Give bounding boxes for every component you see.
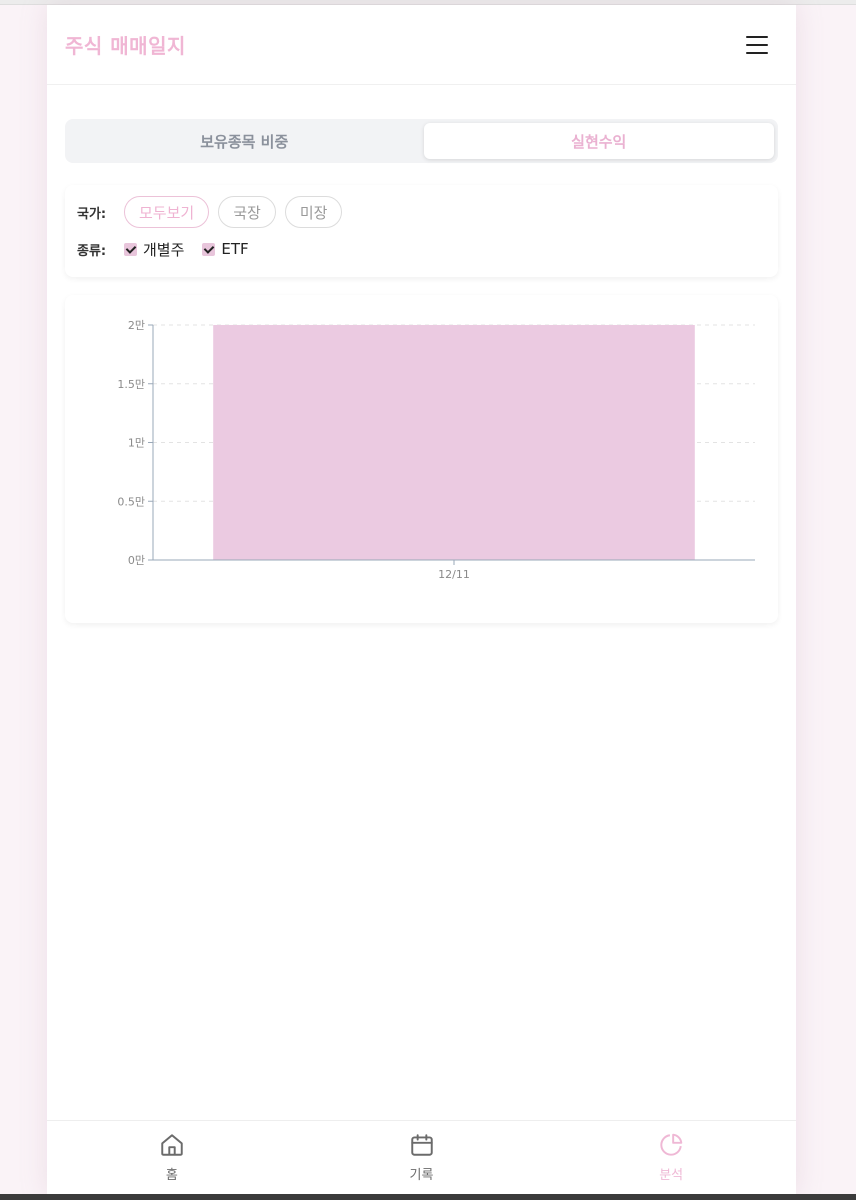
main-content: 보유종목 비중 실현수익 국가: 모두보기 국장 미장 종류: 개별주 ETF xyxy=(47,85,796,623)
y-tick-label: 0.5만 xyxy=(117,495,145,508)
individual-stock-checkbox[interactable]: 개별주 xyxy=(124,239,184,260)
hamburger-menu-icon[interactable] xyxy=(746,35,768,54)
country-chip-korea[interactable]: 국장 xyxy=(218,196,276,228)
country-filter-row: 국가: 모두보기 국장 미장 xyxy=(77,195,766,229)
bar xyxy=(213,325,695,560)
checkbox-checked-icon[interactable] xyxy=(124,242,137,256)
nav-home[interactable]: 홈 xyxy=(47,1121,297,1194)
type-filter-label: 종류: xyxy=(77,243,107,259)
realized-profit-bar-chart: 0만 0.5만 1만 1.5만 2만 12/11 xyxy=(117,319,755,581)
nav-analysis[interactable]: 분석 xyxy=(546,1121,796,1194)
country-chip-us[interactable]: 미장 xyxy=(284,196,343,228)
bottom-navigation: 홈 기록 분석 xyxy=(47,1120,796,1194)
tab-realized-profit[interactable]: 실현수익 xyxy=(423,123,774,159)
x-tick-label: 12/11 xyxy=(438,568,470,581)
app-window: 주식 매매일지 보유종목 비중 실현수익 국가: 모두보기 국장 미장 종류: … xyxy=(47,5,796,1194)
view-tabs: 보유종목 비중 실현수익 xyxy=(65,119,778,163)
app-header: 주식 매매일지 xyxy=(47,5,796,85)
y-tick-label: 1.5만 xyxy=(117,378,145,391)
type-filter-row: 종류: 개별주 ETF xyxy=(77,235,766,263)
y-tick-label: 0만 xyxy=(128,554,145,567)
pie-chart-icon xyxy=(660,1133,683,1156)
y-tick-label: 2만 xyxy=(128,319,145,332)
individual-stock-label: 개별주 xyxy=(143,240,185,259)
country-chip-all[interactable]: 모두보기 xyxy=(124,196,210,228)
nav-home-label: 홈 xyxy=(165,1168,178,1183)
nav-analysis-label: 분석 xyxy=(659,1168,684,1183)
calendar-icon xyxy=(410,1134,433,1156)
tab-holdings-weight[interactable]: 보유종목 비중 xyxy=(69,123,420,159)
etf-label: ETF xyxy=(221,240,249,258)
taskbar-strip xyxy=(0,1194,856,1200)
nav-record-label: 기록 xyxy=(409,1168,434,1183)
realized-profit-chart-card: 0만 0.5만 1만 1.5만 2만 12/11 xyxy=(65,295,778,623)
etf-checkbox[interactable]: ETF xyxy=(202,240,249,258)
home-icon xyxy=(161,1134,183,1156)
checkbox-checked-icon[interactable] xyxy=(202,242,216,256)
app-title: 주식 매매일지 xyxy=(65,34,186,58)
country-filter-label: 국가: xyxy=(77,206,107,222)
nav-record[interactable]: 기록 xyxy=(297,1121,547,1194)
y-tick-label: 1만 xyxy=(128,437,145,450)
filter-panel: 국가: 모두보기 국장 미장 종류: 개별주 ETF xyxy=(65,185,778,277)
